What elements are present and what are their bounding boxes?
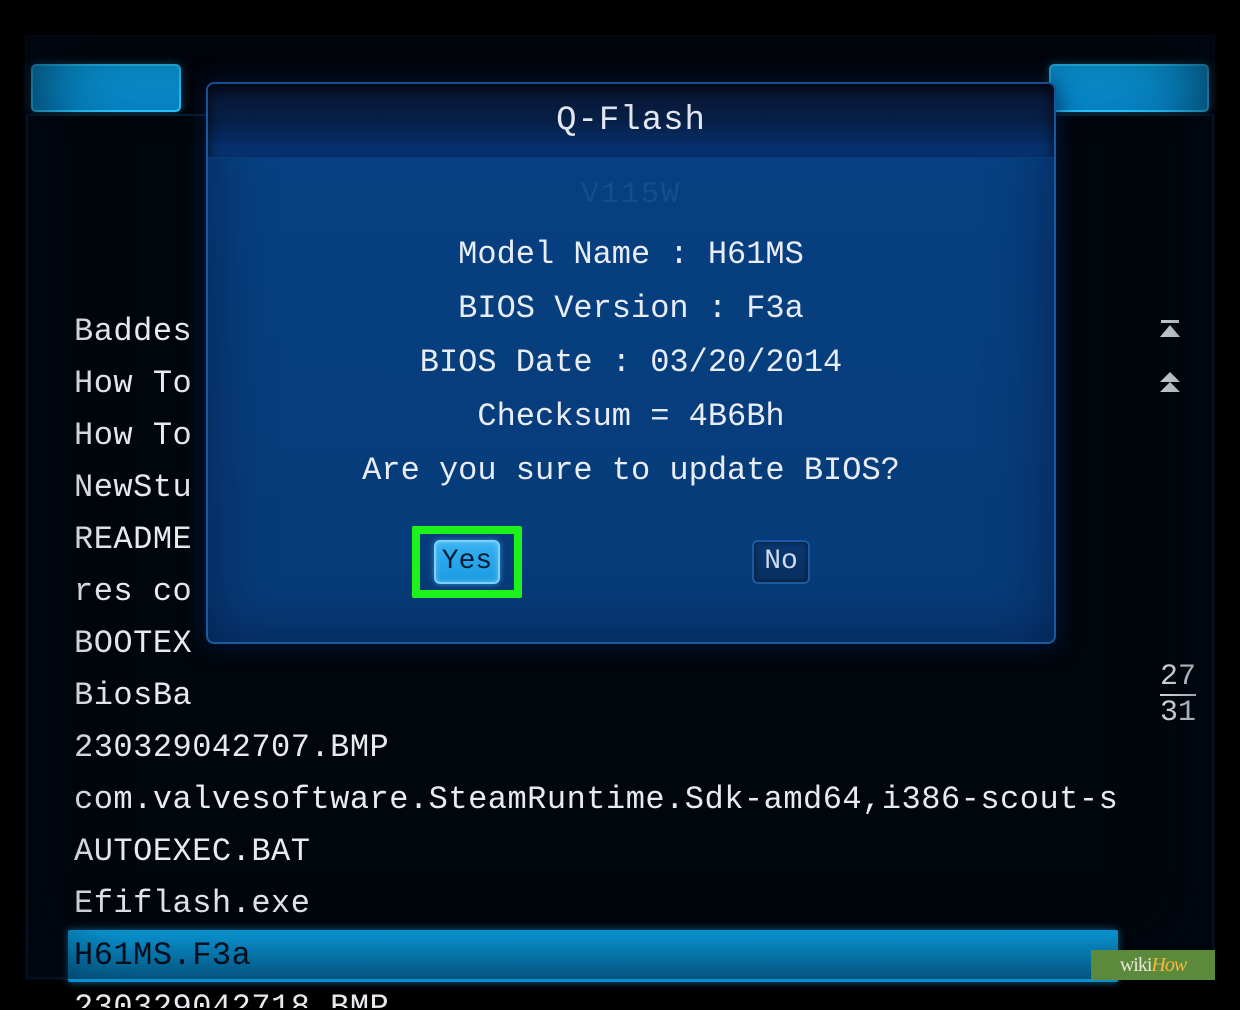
- no-button[interactable]: No: [752, 540, 810, 584]
- dialog-title: Q-Flash: [556, 102, 706, 140]
- file-row[interactable]: BiosBa: [68, 670, 1118, 722]
- file-row[interactable]: H61MS.F3a: [68, 930, 1118, 982]
- file-counter: 27 31: [1160, 662, 1196, 728]
- dialog-titlebar: Q-Flash: [208, 84, 1054, 158]
- bios-screen: BaddesHow ToHow ToNewStuREADMEres coBOOT…: [25, 35, 1215, 980]
- model-label: Model Name :: [458, 236, 708, 273]
- counter-total: 31: [1160, 698, 1196, 728]
- bios-version-row: BIOS Version : F3a: [208, 282, 1054, 336]
- qflash-version: V115W: [208, 168, 1054, 222]
- file-row[interactable]: 230329042707.BMP: [68, 722, 1118, 774]
- yes-button[interactable]: Yes: [434, 540, 500, 584]
- counter-current: 27: [1160, 662, 1196, 692]
- checksum-value: 4B6Bh: [689, 398, 785, 435]
- confirm-text: Are you sure to update BIOS?: [208, 444, 1054, 498]
- bios-date-row: BIOS Date : 03/20/2014: [208, 336, 1054, 390]
- bios-version-value: F3a: [746, 290, 804, 327]
- bios-date-value: 03/20/2014: [650, 344, 842, 381]
- wikihow-watermark: wikiHow: [1091, 950, 1215, 980]
- checksum-row: Checksum = 4B6Bh: [208, 390, 1054, 444]
- bios-date-label: BIOS Date :: [420, 344, 650, 381]
- checksum-label: Checksum =: [477, 398, 688, 435]
- qflash-dialog: Q-Flash V115W Model Name : H61MS BIOS Ve…: [206, 82, 1056, 644]
- file-row[interactable]: AUTOEXEC.BAT: [68, 826, 1118, 878]
- file-row[interactable]: com.valvesoftware.SteamRuntime.Sdk-amd64…: [68, 774, 1118, 826]
- file-row[interactable]: Efiflash.exe: [68, 878, 1118, 930]
- scroll-up-icon[interactable]: [1156, 370, 1184, 398]
- dialog-buttons: Yes No: [208, 526, 1054, 598]
- file-row[interactable]: 230329042718.BMP: [68, 982, 1118, 1008]
- yes-button-highlight: Yes: [412, 526, 522, 598]
- top-tab-right[interactable]: [1049, 64, 1209, 112]
- watermark-prefix: wiki: [1120, 954, 1152, 977]
- bios-version-label: BIOS Version :: [458, 290, 746, 327]
- model-row: Model Name : H61MS: [208, 228, 1054, 282]
- top-tab-left[interactable]: [31, 64, 181, 112]
- model-value: H61MS: [708, 236, 804, 273]
- watermark-suffix: How: [1151, 954, 1186, 977]
- dialog-body: V115W Model Name : H61MS BIOS Version : …: [208, 158, 1054, 598]
- scroll-to-top-icon[interactable]: [1156, 318, 1184, 346]
